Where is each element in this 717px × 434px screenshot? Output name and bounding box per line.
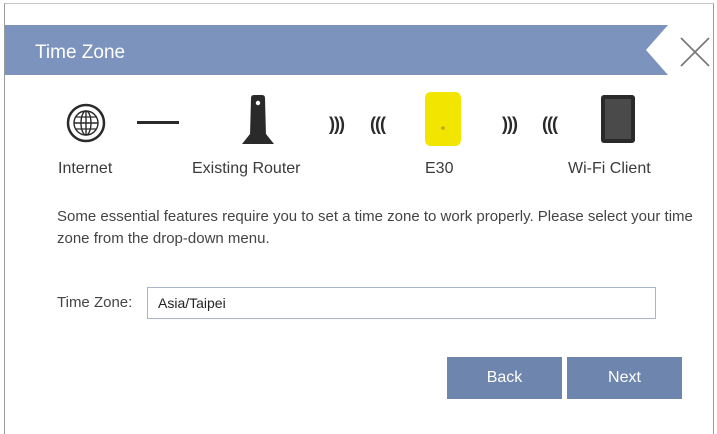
page-title: Time Zone [35, 42, 126, 63]
tablet-icon [601, 95, 635, 143]
instruction-text: Some essential features require you to s… [57, 208, 693, 247]
wireless-signal-icon: ((( [370, 114, 386, 134]
timezone-label: Time Zone: [57, 294, 133, 311]
back-button[interactable]: Back [447, 357, 562, 399]
timezone-select[interactable]: Asia/Taipei [147, 287, 656, 319]
globe-icon [66, 103, 106, 143]
wireless-signal-icon: ))) [329, 114, 345, 134]
next-button[interactable]: Next [567, 357, 682, 399]
extender-icon [425, 92, 461, 146]
wired-connection-icon [137, 121, 179, 124]
wireless-signal-icon: ))) [502, 114, 518, 134]
router-icon [242, 95, 274, 144]
device-label-extender: E30 [425, 160, 454, 177]
device-label-client: Wi-Fi Client [568, 160, 651, 177]
close-icon[interactable] [677, 34, 713, 70]
device-label-internet: Internet [58, 160, 113, 177]
wireless-signal-icon: ((( [542, 114, 558, 134]
device-label-router: Existing Router [192, 160, 301, 177]
